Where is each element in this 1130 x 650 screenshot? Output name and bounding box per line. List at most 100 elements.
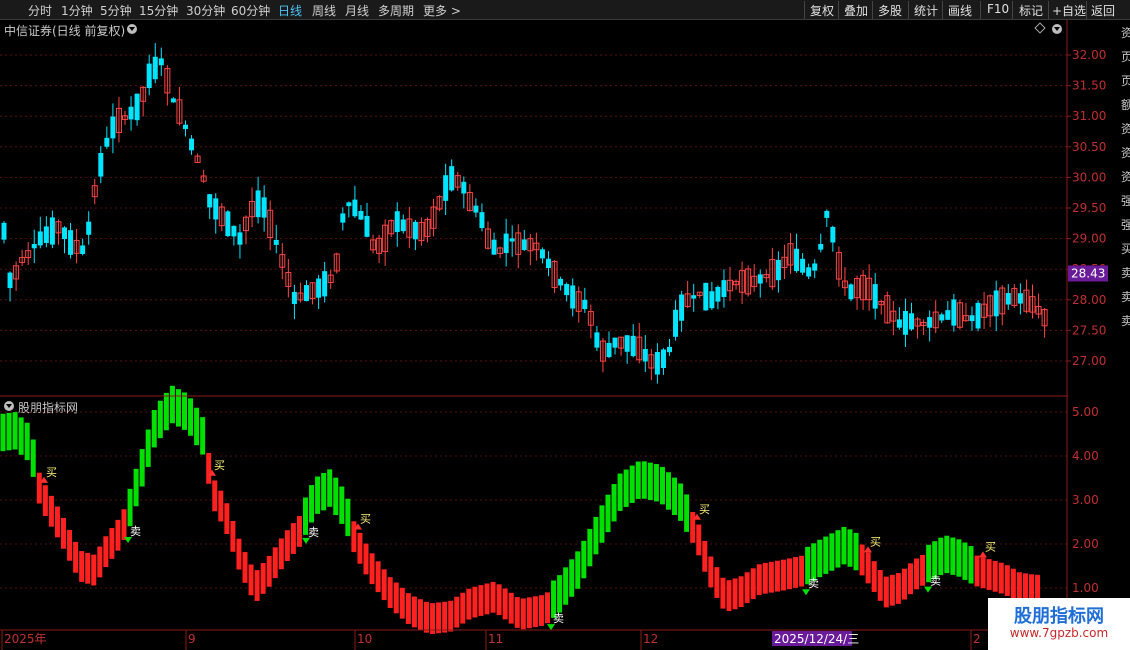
indicator-bar-green (321, 472, 327, 511)
candle-body (909, 313, 914, 330)
tab-more[interactable]: 更多 > (423, 2, 461, 19)
add-watchlist-button[interactable]: +自选 (1052, 2, 1086, 19)
indicator-bar-green (188, 398, 194, 436)
indicator-bar-red (290, 523, 296, 554)
period-toolbar: 分时 1分钟 5分钟 15分钟 30分钟 60分钟 日线 周线 月线 多周期 更… (0, 0, 1130, 20)
candle-body (140, 86, 147, 102)
side-label: 资 (1121, 170, 1130, 184)
price-tick-label: 31.50 (1072, 79, 1106, 93)
candle-body (194, 155, 201, 163)
candle-body (152, 56, 158, 80)
main-chart-title: 中信证券(日线 前复权) (4, 24, 126, 38)
buy-arrow-icon (979, 551, 987, 558)
tab-1min[interactable]: 1分钟 (61, 2, 93, 19)
candle-body (902, 311, 908, 335)
candle-body (594, 332, 600, 348)
indicator-bar-red (702, 540, 708, 572)
indicator-bar-green (575, 551, 581, 589)
indicator-bar-red (206, 452, 212, 484)
chevron-down-icon[interactable] (127, 24, 137, 34)
indicator-bar-red (738, 576, 744, 608)
sell-arrow-icon (302, 537, 310, 544)
sell-signal-label: 卖 (308, 526, 319, 539)
indicator-bar-red (908, 563, 913, 595)
candle-body (267, 209, 274, 239)
indicator-bar-red (411, 596, 417, 628)
price-tick-label: 30.00 (1072, 170, 1106, 184)
chevron-down-icon[interactable] (1052, 24, 1062, 34)
side-label: 强 (1121, 218, 1130, 232)
side-label: 额 (1121, 98, 1130, 112)
indicator-bar-red (363, 543, 369, 575)
indicator-bar-red (484, 583, 490, 615)
candle-body (189, 138, 195, 151)
candle-body (170, 98, 176, 103)
indicator-bar-red (914, 558, 920, 590)
candle-body (533, 242, 540, 251)
tab-30min[interactable]: 30分钟 (186, 2, 225, 19)
indicator-bar-red (895, 573, 901, 604)
indicator-bar-green (841, 526, 847, 565)
watermark-url: www.7gpzb.com (1009, 626, 1109, 640)
indicator-bar-green (684, 494, 690, 532)
indicator-bar-red (424, 601, 429, 633)
indicator-bar-red (381, 569, 387, 601)
overlay-button[interactable]: 叠加 (844, 2, 868, 19)
candle-body (679, 294, 685, 321)
tab-monthly[interactable]: 月线 (345, 2, 369, 19)
statistics-button[interactable]: 统计 (914, 2, 938, 19)
candle-body (648, 354, 655, 369)
back-button[interactable]: 返回 (1091, 2, 1115, 19)
candle-body (400, 219, 406, 232)
indicator-bar-red (61, 517, 66, 549)
candle-body (691, 295, 697, 299)
candle-body (812, 263, 818, 271)
candle-body (261, 197, 267, 218)
indicator-bar-red (393, 582, 399, 614)
sell-arrow-icon (802, 589, 810, 596)
indicator-bar-red (236, 538, 242, 570)
buy-arrow-icon (864, 546, 872, 553)
indicator-bar-red (103, 536, 109, 568)
indicator-bar-red (42, 485, 48, 517)
candle-body (1035, 305, 1042, 315)
date-label: 2025年 (4, 632, 47, 646)
indicator-bar-red (980, 557, 986, 589)
tab-multi-period[interactable]: 多周期 (378, 2, 414, 19)
candle-body (213, 198, 219, 220)
candlestick-series (1, 43, 1048, 384)
candle-body (176, 99, 183, 124)
indicator-bar-red (526, 597, 532, 629)
diamond-icon[interactable] (1034, 22, 1046, 34)
chevron-down-icon[interactable] (4, 401, 14, 411)
sell-signal-label: 卖 (130, 525, 141, 538)
indicator-bar-red (405, 593, 411, 624)
candle-body (7, 272, 13, 289)
indicator-bar-green (12, 412, 18, 450)
tab-weekly[interactable]: 周线 (312, 2, 336, 19)
tab-15min[interactable]: 15分钟 (139, 2, 178, 19)
indicator-bar-red (502, 588, 508, 620)
restore-rights-button[interactable]: 复权 (810, 2, 834, 19)
tab-intraday[interactable]: 分时 (28, 2, 52, 19)
f10-button[interactable]: F10 (987, 2, 1009, 16)
side-label: 买 (1121, 242, 1130, 256)
date-label: 10 (357, 632, 372, 646)
candle-body (696, 291, 703, 296)
multi-stock-button[interactable]: 多股 (878, 2, 902, 19)
mark-button[interactable]: 标记 (1019, 2, 1043, 19)
sell-signal-label: 卖 (808, 577, 819, 590)
indicator-bar-red (974, 555, 980, 587)
indicator-bar-red (762, 562, 768, 594)
signal-markers: 买卖买卖买卖买卖买卖买 (40, 459, 996, 631)
candle-body (279, 254, 286, 268)
indicator-bar-red (48, 495, 54, 527)
tab-daily[interactable]: 日线 (278, 2, 302, 19)
tab-60min[interactable]: 60分钟 (231, 2, 270, 19)
cursor-date-label: 2025/12/24/三 (774, 632, 859, 646)
tab-5min[interactable]: 5分钟 (100, 2, 132, 19)
candle-body (618, 336, 625, 349)
indicator-bar-red (121, 509, 127, 541)
buy-signal-label: 买 (46, 466, 57, 479)
draw-line-button[interactable]: 画线 (948, 2, 972, 19)
